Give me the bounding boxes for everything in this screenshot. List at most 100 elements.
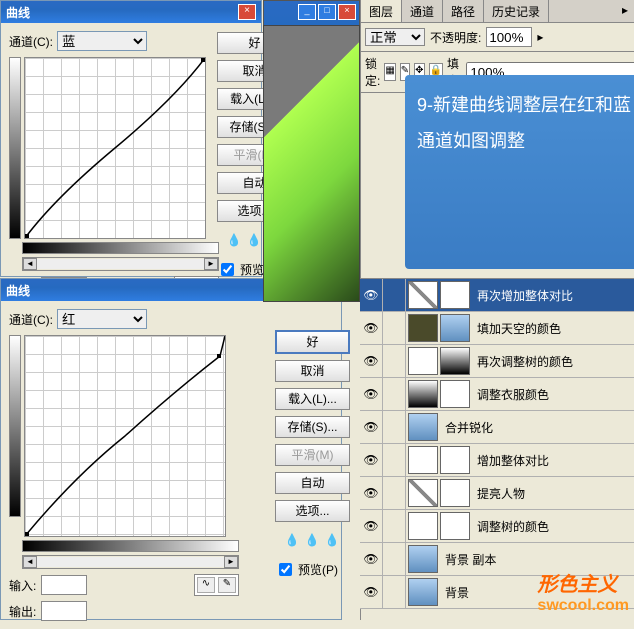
- dialog2-buttons: 好 取消 载入(L)... 存储(S)... 平滑(M) 自动 选项... 💧💧…: [275, 330, 350, 579]
- link-cell[interactable]: [383, 411, 406, 443]
- arrow-right-icon[interactable]: ►: [204, 258, 218, 270]
- instruction-overlay: 9-新建曲线调整层在红和蓝通道如图调整: [405, 75, 634, 269]
- layer-row[interactable]: 👁 增加整体对比: [360, 444, 634, 477]
- close-icon[interactable]: ×: [238, 4, 256, 20]
- link-cell[interactable]: [383, 444, 406, 476]
- tab-history[interactable]: 历史记录: [484, 0, 549, 22]
- arrow-left-icon[interactable]: ◄: [23, 556, 37, 568]
- visibility-icon[interactable]: 👁: [360, 576, 383, 608]
- save-button[interactable]: 存储(S)...: [275, 416, 350, 438]
- watermark: 形色主义 swcool.com: [537, 568, 629, 615]
- eyedropper-gray-icon[interactable]: 💧: [247, 233, 263, 249]
- cancel-button[interactable]: 取消: [275, 360, 350, 382]
- curve-scrollbar[interactable]: ◄►: [22, 555, 239, 569]
- load-button[interactable]: 载入(L)...: [275, 388, 350, 410]
- minimize-icon[interactable]: _: [298, 4, 316, 20]
- link-cell[interactable]: [383, 477, 406, 509]
- smooth-button: 平滑(M): [275, 444, 350, 466]
- link-cell[interactable]: [383, 279, 406, 311]
- input-field[interactable]: [41, 575, 87, 595]
- layer-row[interactable]: 👁合并锐化: [360, 411, 634, 444]
- tab-paths[interactable]: 路径: [443, 0, 484, 22]
- eyedropper-white-icon[interactable]: 💧: [325, 533, 341, 549]
- channel-select[interactable]: 蓝: [57, 31, 147, 51]
- layer-thumb[interactable]: [408, 512, 438, 540]
- preview-checkbox[interactable]: [279, 563, 292, 576]
- lock-transparency-icon[interactable]: ▦: [384, 63, 395, 81]
- link-cell[interactable]: [383, 510, 406, 542]
- layer-row[interactable]: 👁 再次调整树的颜色: [360, 345, 634, 378]
- channel-label: 通道(C):: [9, 311, 53, 328]
- opacity-field[interactable]: [486, 27, 532, 47]
- mask-thumb[interactable]: [440, 347, 470, 375]
- ok-button[interactable]: 好: [275, 330, 350, 354]
- link-cell[interactable]: [383, 576, 406, 608]
- layer-thumb[interactable]: [408, 347, 438, 375]
- chevron-right-icon[interactable]: ▸: [537, 30, 543, 44]
- pencil-icon[interactable]: ✎: [218, 577, 236, 593]
- curve-mode-toggle[interactable]: ∿✎: [194, 574, 239, 596]
- visibility-icon[interactable]: 👁: [360, 510, 383, 542]
- layer-thumb[interactable]: [408, 413, 438, 441]
- visibility-icon[interactable]: 👁: [360, 543, 383, 575]
- mask-thumb[interactable]: [440, 479, 470, 507]
- visibility-icon[interactable]: 👁: [360, 444, 383, 476]
- maximize-icon[interactable]: □: [318, 4, 336, 20]
- output-field[interactable]: [41, 601, 87, 621]
- mask-thumb[interactable]: [440, 314, 470, 342]
- layer-name: 再次调整树的颜色: [477, 353, 573, 370]
- arrow-left-icon[interactable]: ◄: [23, 258, 37, 270]
- visibility-icon[interactable]: 👁: [360, 312, 383, 344]
- eyedropper-black-icon[interactable]: 💧: [285, 533, 301, 549]
- layer-row[interactable]: 👁填加天空的颜色: [360, 312, 634, 345]
- layer-row[interactable]: 👁调整树的颜色: [360, 510, 634, 543]
- link-cell[interactable]: [383, 543, 406, 575]
- blend-mode-select[interactable]: 正常: [365, 28, 425, 46]
- layer-name: 调整衣服颜色: [477, 386, 549, 403]
- mask-thumb[interactable]: [440, 380, 470, 408]
- titlebar[interactable]: 曲线 ×: [1, 1, 261, 23]
- options-button[interactable]: 选项...: [275, 500, 350, 522]
- layer-row[interactable]: 👁提亮人物: [360, 477, 634, 510]
- mask-thumb[interactable]: [440, 281, 470, 309]
- layer-name: 增加整体对比: [477, 452, 549, 469]
- layer-thumb[interactable]: [408, 578, 438, 606]
- visibility-icon[interactable]: 👁: [360, 378, 383, 410]
- layer-thumb[interactable]: [408, 380, 438, 408]
- layer-row[interactable]: 👁 再次增加整体对比: [360, 279, 634, 312]
- link-cell[interactable]: [383, 378, 406, 410]
- visibility-icon[interactable]: 👁: [360, 279, 383, 311]
- curve-scrollbar[interactable]: ◄►: [22, 257, 219, 271]
- mask-thumb[interactable]: [440, 446, 470, 474]
- tab-layers[interactable]: 图层: [361, 0, 402, 22]
- eyedropper-black-icon[interactable]: 💧: [227, 233, 243, 249]
- curve-graph[interactable]: [24, 335, 226, 537]
- visibility-icon[interactable]: 👁: [360, 477, 383, 509]
- gradient-horizontal: [22, 540, 239, 552]
- link-cell[interactable]: [383, 345, 406, 377]
- auto-button[interactable]: 自动: [275, 472, 350, 494]
- tab-channels[interactable]: 通道: [402, 0, 443, 22]
- layer-thumb[interactable]: [408, 479, 438, 507]
- document-canvas[interactable]: [263, 25, 360, 302]
- layer-thumb[interactable]: [408, 281, 438, 309]
- visibility-icon[interactable]: 👁: [360, 345, 383, 377]
- preview-checkbox[interactable]: [221, 263, 234, 276]
- arrow-right-icon[interactable]: ►: [224, 556, 238, 568]
- layer-thumb[interactable]: [408, 545, 438, 573]
- visibility-icon[interactable]: 👁: [360, 411, 383, 443]
- mask-thumb[interactable]: [440, 512, 470, 540]
- curve-icon[interactable]: ∿: [197, 577, 215, 593]
- curve-graph[interactable]: [24, 57, 206, 239]
- panel-menu-icon[interactable]: ▸: [616, 0, 634, 22]
- link-cell[interactable]: [383, 312, 406, 344]
- layer-name: 再次增加整体对比: [477, 287, 573, 304]
- layer-row[interactable]: 👁 调整衣服颜色: [360, 378, 634, 411]
- close-icon[interactable]: ×: [338, 4, 356, 20]
- channel-select[interactable]: 红: [57, 309, 147, 329]
- watermark-text: 形色主义: [537, 568, 629, 597]
- gradient-horizontal: [22, 242, 219, 254]
- eyedropper-gray-icon[interactable]: 💧: [305, 533, 321, 549]
- layer-thumb[interactable]: [408, 314, 438, 342]
- layer-thumb[interactable]: [408, 446, 438, 474]
